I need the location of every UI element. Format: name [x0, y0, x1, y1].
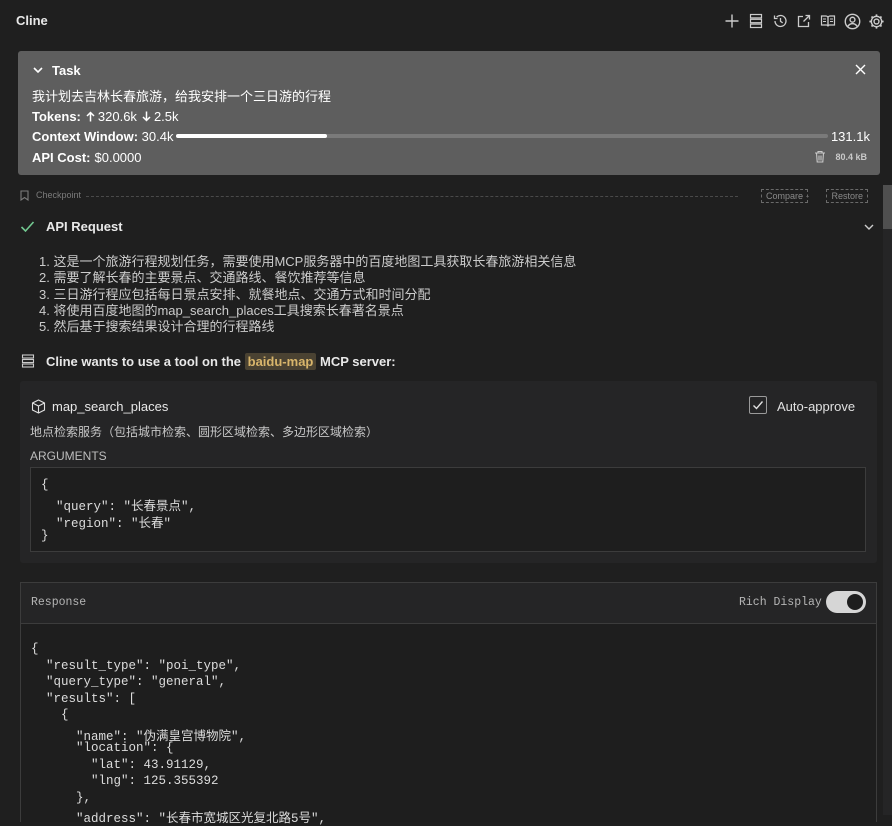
tokens-label: Tokens:	[32, 109, 81, 124]
tokens-in: 320.6k	[97, 109, 137, 124]
list-item: 1. 这是一个旅游行程规划任务，需要使用MCP服务器中的百度地图工具获取长春旅游…	[39, 254, 577, 269]
toggle-knob	[847, 594, 863, 610]
list-item: 2. 需要了解长春的主要景点、交通路线、餐饮推荐等信息	[39, 270, 366, 286]
list-item: 3. 三日游行程应包括每日景点安排、就餐地点、交通方式和时间分配	[39, 286, 431, 302]
app-title: Cline	[16, 13, 48, 28]
code-line: }	[41, 529, 49, 543]
code-line: "address": "长春市宽城区光复北路5号",	[31, 812, 327, 826]
auto-approve-label[interactable]: Auto-approve	[777, 399, 855, 414]
server-stack-icon[interactable]	[744, 10, 768, 32]
scrollbar-thumb[interactable]	[883, 185, 892, 229]
checkpoint-row: Checkpoint Compare Restore	[20, 189, 868, 203]
context-max: 131.1k	[830, 129, 870, 144]
code-line: "result_type": "poi_type",	[31, 658, 242, 673]
task-size: 80.4 kB	[835, 152, 867, 162]
top-bar: Cline	[0, 0, 892, 42]
response-header: Response Rich Display	[21, 583, 876, 624]
code-line: "results": [	[31, 691, 137, 706]
check-icon	[20, 219, 35, 234]
arrow-down-icon	[142, 111, 151, 122]
close-icon[interactable]	[855, 64, 866, 75]
trash-icon[interactable]	[814, 150, 826, 163]
tool-card: map_search_places Auto-approve 地点检索服务（包括…	[20, 381, 877, 563]
rich-display-label[interactable]: Rich Display	[739, 596, 822, 609]
server-icon	[21, 354, 35, 368]
rich-display-toggle[interactable]	[826, 591, 866, 613]
reasoning-list: 1. 这是一个旅游行程规划任务，需要使用MCP服务器中的百度地图工具获取长春旅游…	[39, 254, 576, 335]
tool-description: 地点检索服务（包括城市检索、圆形区域检索、多边形区域检索）	[30, 425, 379, 439]
cost-value: $0.0000	[94, 150, 142, 165]
api-request-title[interactable]: API Request	[46, 219, 123, 234]
context-progress-bar	[176, 134, 828, 138]
code-line: },	[31, 790, 92, 805]
tool-header-suffix: MCP server:	[320, 354, 396, 369]
cost-label: API Cost:	[32, 150, 91, 165]
chevron-down-icon[interactable]	[32, 64, 44, 76]
task-panel: Task 我计划去吉林长春旅游，给我安排一个三日游的行程 Tokens: 320…	[18, 51, 880, 175]
response-card: Response Rich Display { "result_type": "…	[20, 582, 877, 826]
context-label: Context Window:	[32, 129, 139, 144]
tool-header: Cline wants to use a tool on the baidu-m…	[46, 353, 396, 370]
checkpoint-label: Checkpoint	[36, 190, 82, 200]
arguments-label: ARGUMENTS	[30, 449, 107, 463]
arguments-code: { "query": "长春景点", "region": "长春" }	[30, 467, 866, 552]
api-cost-row: API Cost: $0.0000	[32, 150, 142, 165]
bookmark-icon	[20, 190, 29, 201]
account-icon[interactable]	[840, 10, 864, 32]
tool-name: map_search_places	[52, 399, 169, 414]
code-line: {	[31, 708, 69, 722]
chevron-down-icon[interactable]	[863, 221, 875, 233]
arrow-up-icon	[86, 111, 95, 122]
code-line: "region": "长春"	[41, 517, 172, 531]
toolbar	[720, 10, 888, 32]
restore-button[interactable]: Restore	[826, 189, 868, 203]
task-label[interactable]: Task	[52, 63, 81, 78]
context-used: 30.4k	[141, 129, 174, 144]
external-link-icon[interactable]	[792, 10, 816, 32]
gear-icon[interactable]	[864, 10, 888, 32]
code-line: "query_type": "general",	[31, 675, 227, 689]
code-line: "location": {	[31, 741, 174, 755]
context-progress-fill	[176, 134, 328, 138]
compare-button[interactable]: Compare	[760, 189, 808, 203]
code-line: "lat": 43.91129,	[31, 757, 212, 772]
list-item: 4. 将使用百度地图的map_search_places工具搜索长春著名景点	[39, 302, 404, 318]
checkpoint-divider	[86, 196, 738, 197]
tokens-row: Tokens: 320.6k 2.5k	[32, 109, 179, 124]
context-window-row: Context Window: 30.4k	[32, 129, 173, 144]
code-line: {	[31, 642, 39, 656]
tool-header-prefix: Cline wants to use a tool on the	[46, 354, 242, 369]
history-icon[interactable]	[768, 10, 792, 32]
plus-icon[interactable]	[720, 10, 744, 32]
list-item: 5. 然后基于搜索结果设计合理的行程路线	[39, 319, 275, 335]
auto-approve-checkbox[interactable]	[749, 396, 767, 414]
code-line: {	[41, 478, 49, 492]
server-name: baidu-map	[244, 353, 317, 370]
book-icon[interactable]	[816, 10, 840, 32]
scrollbar[interactable]	[883, 185, 892, 815]
tokens-out: 2.5k	[153, 109, 179, 124]
cube-icon	[31, 399, 46, 414]
response-label: Response	[31, 596, 87, 609]
code-line: "lng": 125.355392	[31, 774, 219, 788]
task-text: 我计划去吉林长春旅游，给我安排一个三日游的行程	[32, 89, 332, 104]
